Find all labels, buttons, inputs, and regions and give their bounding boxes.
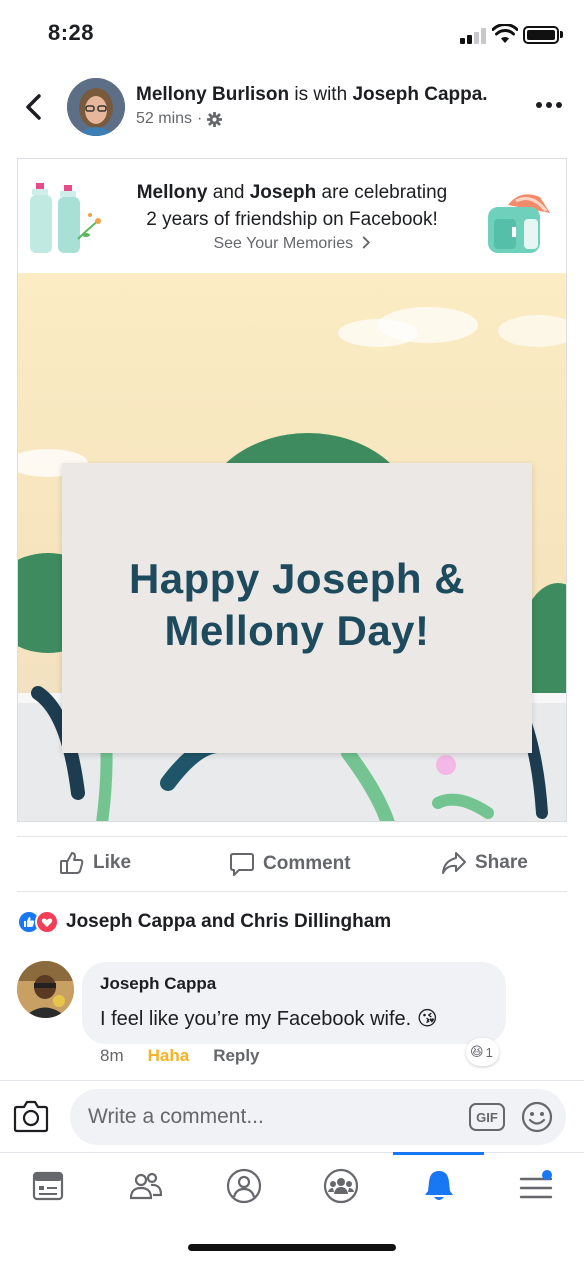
post-actions: Like Comment Share xyxy=(17,836,567,892)
groups-icon xyxy=(323,1168,359,1204)
thumbs-up-icon xyxy=(60,852,84,874)
water-bottles-icon xyxy=(30,183,101,253)
cellular-signal-icon xyxy=(460,28,488,44)
tab-groups[interactable] xyxy=(293,1153,389,1219)
friend-and: and xyxy=(212,182,245,203)
comment-composer: GIF xyxy=(0,1080,584,1152)
status-bar: 8:28 xyxy=(0,0,584,70)
post-header: Mellony Burlison is with Joseph Cappa. 5… xyxy=(0,76,584,140)
comment-time: 8m xyxy=(100,1046,124,1065)
friend-line2: 2 years of friendship on Facebook! xyxy=(146,209,438,230)
comment-text: I feel like you’re my Facebook wife. 😘 xyxy=(100,1006,438,1031)
share-label: Share xyxy=(475,852,528,873)
reactors-names[interactable]: Joseph Cappa and Chris Dillingham xyxy=(66,911,391,933)
see-memories-label: See Your Memories xyxy=(213,235,354,252)
like-label: Like xyxy=(93,852,132,873)
backpack-icon xyxy=(488,194,550,253)
status-time: 8:28 xyxy=(48,20,95,45)
comment-bubble-icon xyxy=(230,853,254,876)
friends-icon xyxy=(129,1172,163,1200)
love-reaction-icon xyxy=(35,910,59,934)
chevron-right-icon xyxy=(362,236,370,249)
friend-name-1: Mellony xyxy=(136,182,208,203)
post-title: Mellony Burlison is with Joseph Cappa. xyxy=(136,84,488,106)
friendship-message: Mellony and Joseph are celebrating 2 yea… xyxy=(118,179,466,233)
comment-bubble[interactable]: Joseph Cappa I feel like you’re my Faceb… xyxy=(82,962,506,1044)
tab-news-feed[interactable] xyxy=(0,1153,96,1219)
kiss-emoji: 😘 xyxy=(416,1008,438,1030)
friendship-video-image[interactable]: Happy Joseph & Mellony Day! xyxy=(18,273,566,821)
tab-menu[interactable] xyxy=(488,1153,584,1219)
friend-name-2: Joseph xyxy=(249,182,317,203)
haha-reaction-button[interactable]: Haha xyxy=(148,1046,190,1066)
comment-button[interactable]: Comment xyxy=(229,851,351,877)
gif-button[interactable]: GIF xyxy=(469,1103,505,1131)
hamburger-menu-icon xyxy=(519,1170,553,1199)
wifi-icon xyxy=(492,24,518,43)
friendship-banner: Mellony and Joseph are celebrating 2 yea… xyxy=(18,159,566,273)
battery-tip xyxy=(560,31,563,38)
with-connector: is with xyxy=(294,84,348,105)
comment-meta: 8m Haha Reply xyxy=(100,1046,260,1066)
tab-notifications[interactable] xyxy=(391,1153,487,1219)
greeting-line-2: Mellony Day! xyxy=(164,607,430,654)
gear-icon xyxy=(207,111,223,127)
share-arrow-icon xyxy=(442,852,466,874)
friend-line1-rest: are celebrating xyxy=(321,182,448,203)
reaction-count: 1 xyxy=(485,1044,493,1060)
comment-author[interactable]: Joseph Cappa xyxy=(100,974,216,994)
reply-button[interactable]: Reply xyxy=(213,1046,259,1066)
greeting-text: Happy Joseph & Mellony Day! xyxy=(62,553,532,657)
reactions-summary[interactable]: Joseph Cappa and Chris Dillingham xyxy=(17,908,391,936)
tab-friends[interactable] xyxy=(98,1153,194,1219)
profile-icon xyxy=(226,1168,262,1204)
comment-body: I feel like you’re my Facebook wife. xyxy=(100,1008,412,1030)
bottom-tab-bar xyxy=(0,1152,584,1263)
back-arrow-icon[interactable] xyxy=(20,92,48,122)
battery-icon xyxy=(523,26,559,44)
author-name[interactable]: Mellony Burlison xyxy=(136,84,289,105)
news-feed-icon xyxy=(32,1171,64,1201)
tab-profile[interactable] xyxy=(196,1153,292,1219)
emoji-icon[interactable] xyxy=(521,1101,553,1133)
post-meta: 52 mins · xyxy=(136,110,223,128)
comment-reaction-count[interactable]: 😆 1 xyxy=(466,1038,499,1066)
haha-emoji: 😆 xyxy=(470,1044,484,1059)
comment-label: Comment xyxy=(263,853,351,874)
home-indicator xyxy=(188,1244,396,1251)
camera-icon[interactable] xyxy=(13,1099,49,1133)
like-button[interactable]: Like xyxy=(59,851,131,875)
author-avatar[interactable] xyxy=(67,78,125,136)
post-time[interactable]: 52 mins xyxy=(136,110,192,128)
more-options-icon[interactable] xyxy=(536,102,562,112)
greeting-line-1: Happy Joseph & xyxy=(128,555,466,602)
friendship-card[interactable]: Mellony and Joseph are celebrating 2 yea… xyxy=(17,158,567,822)
share-button[interactable]: Share xyxy=(441,851,528,875)
tagged-name[interactable]: Joseph Cappa. xyxy=(352,84,487,105)
commenter-avatar[interactable] xyxy=(17,961,74,1018)
see-memories-link[interactable]: See Your Memories xyxy=(168,235,416,253)
bell-icon xyxy=(425,1171,453,1200)
meta-separator: · xyxy=(197,110,203,127)
